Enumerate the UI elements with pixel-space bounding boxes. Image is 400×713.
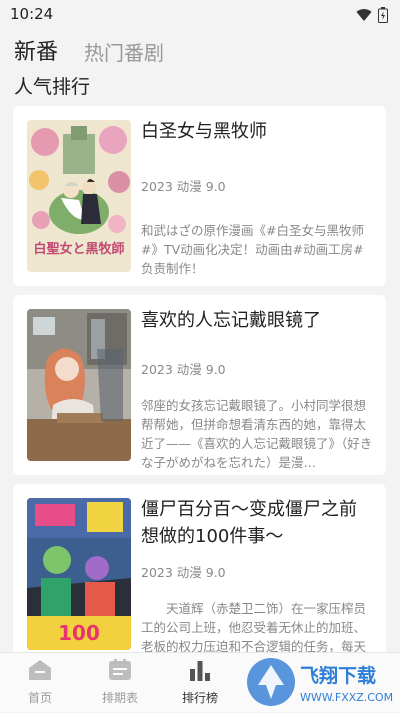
section-title: 人气排行 (14, 76, 91, 98)
anime-title: 白圣女与黑牧师 (141, 121, 267, 142)
anime-description: 天道辉（赤楚卫二饰）在一家压榨员工的公司上班，他忍受着无休止的加班、老板的权力压… (141, 601, 367, 654)
svg-text:100: 100 (58, 621, 100, 645)
home-icon (29, 660, 51, 680)
anime-title: 僵尸百分百～变成僵尸之前想做的100件事～ (141, 499, 357, 547)
anime-card[interactable]: 100 僵尸百分百～变成僵尸之前想做的100件事～ 2023 动漫 9.0 天道… (13, 484, 386, 664)
nav-ranking-label: 排行榜 (181, 691, 218, 705)
tab-new-anime[interactable]: 新番 (14, 34, 58, 66)
nav-home[interactable]: 首页 (0, 659, 80, 706)
nav-home-label: 首页 (27, 691, 52, 705)
anime-card[interactable]: 白聖女と黒牧師 白圣女与黑牧师 2023 动漫 9.0 和武はざの原作漫画《#白… (13, 106, 386, 286)
anime-card[interactable]: 喜欢的人忘记戴眼镜了 2023 动漫 9.0 邻座的女孩忘记戴眼镜了。小村同学很… (13, 295, 386, 475)
anime-cover: 白聖女と黒牧師 (27, 120, 131, 272)
tab-hot-anime[interactable]: 热门番剧 (84, 37, 164, 66)
anime-description: 和武はざの原作漫画《#白圣女与黑牧师#》TV动画化决定！动画由#动画工房#负责制… (141, 223, 364, 276)
nav-schedule-label: 排期表 (101, 691, 138, 705)
nav-schedule[interactable]: 排期表 (80, 659, 160, 706)
anime-description: 邻座的女孩忘记戴眼镜了。小村同学很想帮帮她，但拼命想看清东西的她，靠得太近了——… (141, 398, 373, 470)
status-time: 10:24 (10, 5, 54, 23)
anime-meta: 2023 动漫 9.0 (141, 179, 226, 194)
watermark: 飞翔下载 WWW.FXXZ.COM (244, 655, 394, 709)
nav-ranking[interactable]: 排行榜 (160, 659, 240, 706)
battery-icon (378, 7, 388, 23)
anime-title: 喜欢的人忘记戴眼镜了 (141, 310, 321, 331)
anime-cover: 100 (27, 498, 131, 650)
anime-meta: 2023 动漫 9.0 (141, 565, 226, 580)
wifi-icon (356, 8, 372, 21)
watermark-text: 飞翔下载 (300, 664, 376, 687)
status-icons (356, 7, 388, 23)
anime-meta: 2023 动漫 9.0 (141, 362, 226, 377)
tab-bar: 新番 热门番剧 (14, 34, 164, 66)
ranking-icon (190, 661, 210, 681)
anime-cover (27, 309, 131, 461)
schedule-icon (109, 659, 131, 680)
anime-cover-logo: 白聖女と黒牧師 (33, 241, 124, 257)
status-bar: 10:24 (0, 0, 400, 30)
watermark-url: WWW.FXXZ.COM (300, 691, 393, 704)
